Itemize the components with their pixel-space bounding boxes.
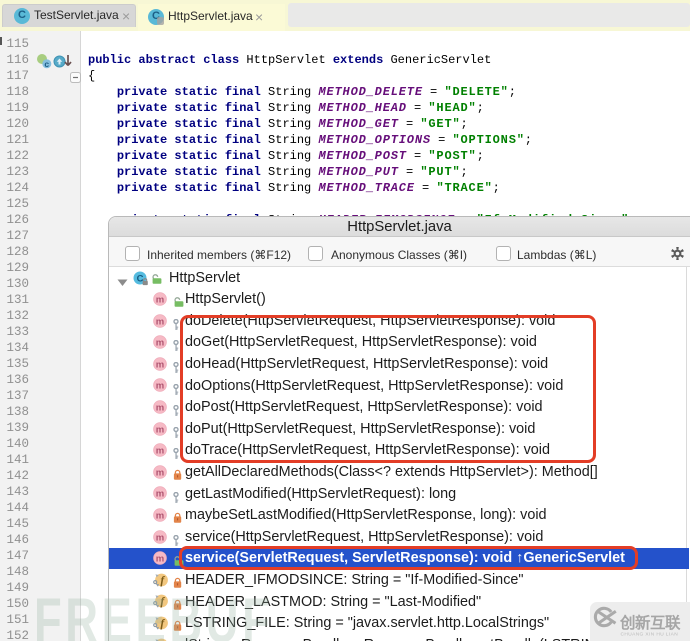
svg-text:m: m — [155, 446, 163, 457]
svg-text:c: c — [44, 59, 49, 69]
svg-text:m: m — [155, 467, 163, 478]
svg-text:m: m — [155, 338, 163, 349]
svg-text:m: m — [155, 489, 163, 500]
svg-text:m: m — [155, 510, 163, 521]
svg-text:m: m — [155, 424, 163, 435]
svg-text:m: m — [155, 381, 163, 392]
svg-text:m: m — [155, 402, 163, 413]
svg-text:C: C — [136, 273, 143, 284]
svg-text:m: m — [155, 316, 163, 327]
svg-text:m: m — [155, 359, 163, 370]
svg-text:m: m — [155, 554, 163, 565]
svg-text:m: m — [155, 532, 163, 543]
svg-text:m: m — [155, 294, 163, 305]
svg-text:CHUANG XIN HU LIAN: CHUANG XIN HU LIAN — [621, 632, 679, 638]
svg-text:创新互联: 创新互联 — [619, 613, 681, 632]
